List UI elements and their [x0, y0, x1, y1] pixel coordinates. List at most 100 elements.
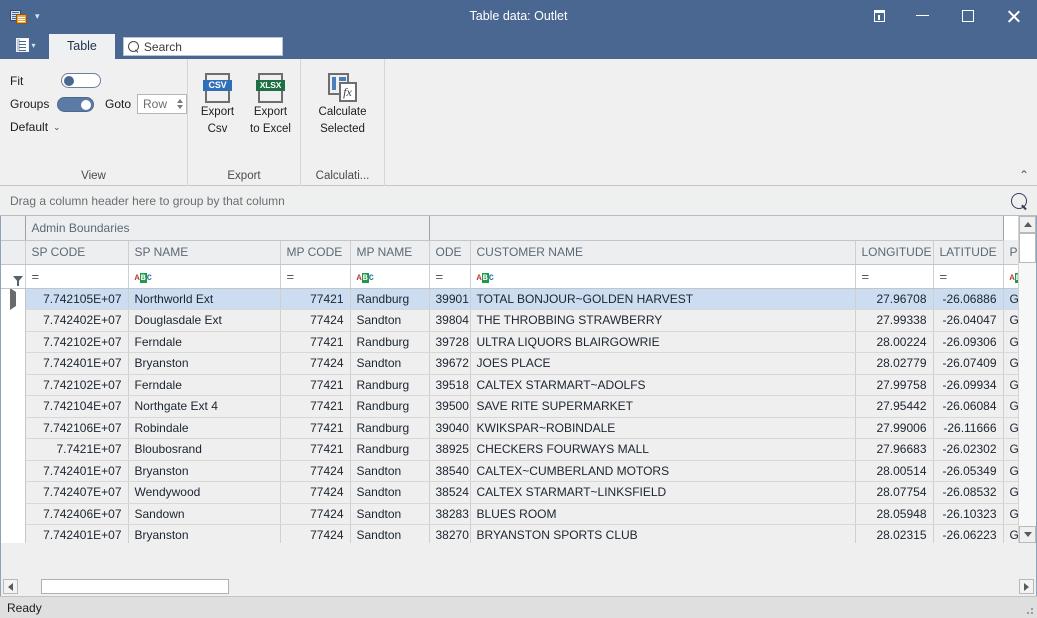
- cell-mp_code[interactable]: 77424: [280, 460, 350, 482]
- cell-customer[interactable]: JOES PLACE: [470, 353, 855, 375]
- cell-code[interactable]: 38540: [429, 460, 470, 482]
- collapse-ribbon-button[interactable]: ⌃: [1019, 169, 1029, 181]
- cell-code[interactable]: 38524: [429, 482, 470, 504]
- calculate-selected-button[interactable]: fx Calculate Selected: [317, 73, 369, 170]
- cell-province[interactable]: GAUT: [1003, 396, 1018, 418]
- cell-sp_name[interactable]: Bloubosrand: [128, 439, 280, 461]
- cell-code[interactable]: 38270: [429, 525, 470, 544]
- grid-band-empty[interactable]: [429, 216, 1003, 240]
- horizontal-scroll-thumb[interactable]: [41, 579, 229, 594]
- cell-sp_code[interactable]: 7.742106E+07: [25, 417, 128, 439]
- horizontal-scrollbar[interactable]: [0, 577, 1037, 596]
- cell-latitude[interactable]: -26.02302: [933, 439, 1003, 461]
- cell-code[interactable]: 39728: [429, 331, 470, 353]
- column-header-latitude[interactable]: LATITUDE: [933, 240, 1003, 264]
- cell-customer[interactable]: CHECKERS FOURWAYS MALL: [470, 439, 855, 461]
- cell-province[interactable]: GAUT: [1003, 460, 1018, 482]
- cell-province[interactable]: GAUT: [1003, 331, 1018, 353]
- row-indicator-cell[interactable]: [1, 396, 25, 418]
- filter-row-header[interactable]: [1, 264, 25, 288]
- cell-code[interactable]: 39500: [429, 396, 470, 418]
- table-row[interactable]: 7.7421E+07Bloubosrand77421Randburg38925C…: [1, 439, 1018, 461]
- cell-latitude[interactable]: -26.10323: [933, 503, 1003, 525]
- search-input[interactable]: Search: [123, 37, 283, 56]
- cell-code[interactable]: 39804: [429, 310, 470, 332]
- cell-mp_code[interactable]: 77424: [280, 310, 350, 332]
- row-indicator-cell[interactable]: [1, 331, 25, 353]
- goto-spinner-arrows[interactable]: [173, 95, 186, 113]
- quick-access-dropdown-icon[interactable]: ▾: [35, 10, 40, 21]
- row-indicator-cell[interactable]: [1, 503, 25, 525]
- goto-stepper[interactable]: Row: [137, 94, 187, 114]
- row-indicator-cell[interactable]: [1, 374, 25, 396]
- cell-customer[interactable]: TOTAL BONJOUR~GOLDEN HARVEST: [470, 288, 855, 310]
- cell-province[interactable]: GAUT: [1003, 525, 1018, 544]
- cell-longitude[interactable]: 27.96683: [855, 439, 933, 461]
- cell-latitude[interactable]: -26.04047: [933, 310, 1003, 332]
- cell-sp_name[interactable]: Sandown: [128, 503, 280, 525]
- cell-sp_name[interactable]: Northworld Ext: [128, 288, 280, 310]
- cell-latitude[interactable]: -26.05349: [933, 460, 1003, 482]
- cell-sp_code[interactable]: 7.742402E+07: [25, 310, 128, 332]
- filter-cell-sp_name[interactable]: ABC: [128, 264, 280, 288]
- cell-sp_code[interactable]: 7.742104E+07: [25, 396, 128, 418]
- cell-province[interactable]: GAUT: [1003, 439, 1018, 461]
- cell-province[interactable]: GAUT: [1003, 310, 1018, 332]
- cell-province[interactable]: GAUT: [1003, 374, 1018, 396]
- cell-mp_name[interactable]: Randburg: [350, 439, 429, 461]
- row-indicator-cell[interactable]: [1, 439, 25, 461]
- cell-sp_name[interactable]: Ferndale: [128, 331, 280, 353]
- cell-mp_name[interactable]: Sandton: [350, 353, 429, 375]
- cell-customer[interactable]: KWIKSPAR~ROBINDALE: [470, 417, 855, 439]
- close-button[interactable]: [991, 0, 1037, 31]
- cell-sp_name[interactable]: Douglasdale Ext: [128, 310, 280, 332]
- cell-province[interactable]: GAUT: [1003, 503, 1018, 525]
- table-row[interactable]: 7.742105E+07Northworld Ext77421Randburg3…: [1, 288, 1018, 310]
- cell-customer[interactable]: BLUES ROOM: [470, 503, 855, 525]
- cell-latitude[interactable]: -26.06886: [933, 288, 1003, 310]
- column-header-mp_code[interactable]: MP CODE: [280, 240, 350, 264]
- group-by-panel[interactable]: Drag a column header here to group by th…: [0, 186, 1037, 216]
- cell-customer[interactable]: BRYANSTON SPORTS CLUB: [470, 525, 855, 544]
- vertical-scrollbar[interactable]: [1018, 216, 1036, 543]
- cell-sp_name[interactable]: Bryanston: [128, 525, 280, 544]
- row-indicator-cell[interactable]: [1, 353, 25, 375]
- table-row[interactable]: 7.742104E+07Northgate Ext 477421Randburg…: [1, 396, 1018, 418]
- tab-table[interactable]: Table: [49, 34, 115, 59]
- cell-longitude[interactable]: 27.96708: [855, 288, 933, 310]
- cell-longitude[interactable]: 28.07754: [855, 482, 933, 504]
- find-icon[interactable]: [1008, 189, 1031, 212]
- cell-mp_code[interactable]: 77421: [280, 374, 350, 396]
- cell-mp_name[interactable]: Sandton: [350, 482, 429, 504]
- column-header-sp_code[interactable]: SP CODE: [25, 240, 128, 264]
- filter-cell-sp_code[interactable]: =: [25, 264, 128, 288]
- cell-mp_name[interactable]: Randburg: [350, 396, 429, 418]
- cell-mp_name[interactable]: Randburg: [350, 374, 429, 396]
- vertical-scroll-track[interactable]: [1019, 233, 1036, 526]
- cell-longitude[interactable]: 28.02779: [855, 353, 933, 375]
- cell-latitude[interactable]: -26.06223: [933, 525, 1003, 544]
- cell-longitude[interactable]: 28.02315: [855, 525, 933, 544]
- filter-cell-latitude[interactable]: =: [933, 264, 1003, 288]
- cell-mp_code[interactable]: 77424: [280, 503, 350, 525]
- horizontal-scroll-track[interactable]: [20, 579, 1017, 594]
- cell-longitude[interactable]: 28.00224: [855, 331, 933, 353]
- minimize-button[interactable]: [899, 0, 945, 31]
- vertical-scroll-thumb[interactable]: [1019, 233, 1036, 263]
- groups-toggle[interactable]: [57, 97, 94, 112]
- cell-mp_code[interactable]: 77421: [280, 439, 350, 461]
- cell-province[interactable]: GAUT: [1003, 417, 1018, 439]
- cell-province[interactable]: GAUT: [1003, 288, 1018, 310]
- cell-longitude[interactable]: 27.99006: [855, 417, 933, 439]
- filter-cell-code[interactable]: =: [429, 264, 470, 288]
- filter-cell-customer[interactable]: ABC: [470, 264, 855, 288]
- scroll-up-button[interactable]: [1019, 216, 1036, 233]
- cell-mp_code[interactable]: 77424: [280, 525, 350, 544]
- dock-window-button[interactable]: [859, 0, 899, 31]
- cell-latitude[interactable]: -26.07409: [933, 353, 1003, 375]
- maximize-button[interactable]: [945, 0, 991, 31]
- cell-sp_code[interactable]: 7.742406E+07: [25, 503, 128, 525]
- cell-sp_name[interactable]: Wendywood: [128, 482, 280, 504]
- table-row[interactable]: 7.742401E+07Bryanston77424Sandton39672JO…: [1, 353, 1018, 375]
- cell-sp_code[interactable]: 7.742401E+07: [25, 525, 128, 544]
